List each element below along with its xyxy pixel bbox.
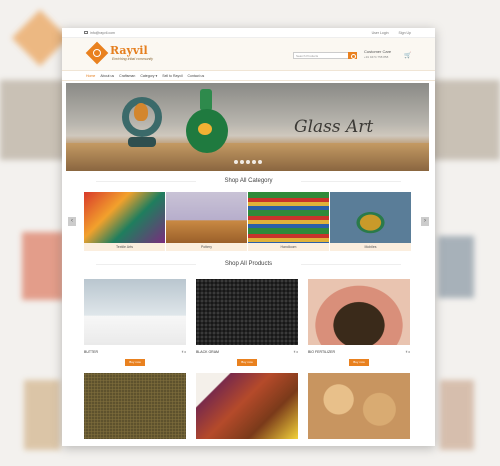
website-screenshot: info@rayvil.com User Login Sign Up Rayvi…: [62, 28, 435, 446]
customer-care-title: Customer Care: [364, 49, 392, 54]
category-image: [84, 192, 165, 243]
category-label: Pottery: [166, 243, 247, 251]
mail-icon: [84, 31, 88, 34]
carousel-dots[interactable]: [234, 160, 262, 164]
product-image: [308, 279, 410, 345]
email-contact[interactable]: info@rayvil.com: [84, 31, 115, 35]
product-image: [196, 279, 298, 345]
brand-tagline: Enriching tribal community: [112, 57, 154, 61]
brand-name[interactable]: Rayvil: [110, 44, 148, 57]
product-name: BIO FERTILIZER: [308, 350, 335, 354]
product-image: [84, 373, 186, 439]
blurred-logo: [11, 9, 69, 67]
blurred-tile: [440, 380, 474, 450]
products-heading: Shop All Products: [62, 261, 435, 267]
buy-now-button[interactable]: Buy now: [237, 359, 257, 366]
category-label: Handloom: [248, 243, 329, 251]
carousel-next-icon[interactable]: ›: [421, 217, 429, 226]
buy-now-button[interactable]: Buy now: [125, 359, 145, 366]
search-icon[interactable]: [348, 52, 357, 59]
buy-now-button[interactable]: Buy now: [349, 359, 369, 366]
product-card[interactable]: [84, 373, 186, 446]
blurred-tile: [22, 232, 64, 300]
nav-home[interactable]: Home: [86, 74, 95, 78]
category-label: Mobiles: [330, 243, 411, 251]
product-card[interactable]: [308, 373, 410, 446]
product-card[interactable]: BUTTER ₹ 0 Buy now: [84, 279, 186, 375]
product-image: [308, 373, 410, 439]
product-image: [196, 373, 298, 439]
category-card[interactable]: Handloom: [248, 192, 329, 252]
email-text: info@rayvil.com: [90, 30, 115, 35]
product-card[interactable]: BIO FERTILIZER ₹ 0 Buy now: [308, 279, 410, 375]
cart-icon[interactable]: 🛒: [404, 52, 411, 59]
category-card[interactable]: Mobiles: [330, 192, 411, 252]
blurred-tile: [438, 236, 474, 298]
product-name: BUTTER: [84, 350, 98, 354]
category-image: [166, 192, 247, 243]
carousel-prev-icon[interactable]: ‹: [68, 217, 76, 226]
user-login-link[interactable]: User Login: [370, 31, 391, 35]
hero-vase-image: [184, 89, 230, 159]
logo-icon[interactable]: [85, 41, 109, 65]
category-image: [330, 192, 411, 243]
blurred-tile: [24, 380, 60, 450]
category-label: Textile Arts: [84, 243, 165, 251]
product-price: ₹ 0: [181, 350, 186, 354]
site-header: Rayvil Enriching tribal community Search…: [62, 38, 435, 70]
hero-sculpture-image: [122, 85, 168, 155]
nav-about[interactable]: About us: [100, 74, 114, 78]
customer-care-phone: +91 9474 758 858: [364, 55, 389, 59]
carousel-dot[interactable]: [258, 160, 262, 164]
nav-sell[interactable]: Sell to Rayvil: [162, 74, 182, 78]
carousel-dot[interactable]: [252, 160, 256, 164]
search-input[interactable]: Search Products: [293, 52, 349, 59]
hero-title: Glass Art: [294, 117, 374, 137]
product-image: [84, 279, 186, 345]
sign-up-link[interactable]: Sign Up: [397, 31, 413, 35]
product-name: BLACK GRAM: [196, 350, 219, 354]
nav-craftsman[interactable]: Craftsman: [119, 74, 135, 78]
category-card[interactable]: Textile Arts: [84, 192, 165, 252]
carousel-dot[interactable]: [240, 160, 244, 164]
hero-table: [66, 143, 429, 171]
hero-banner[interactable]: Glass Art: [66, 83, 429, 171]
category-card[interactable]: Pottery: [166, 192, 247, 252]
main-nav: Home About us Craftsman Category ▾ Sell …: [62, 70, 435, 81]
product-card[interactable]: [196, 373, 298, 446]
nav-category[interactable]: Category ▾: [140, 74, 157, 78]
product-card[interactable]: BLACK GRAM ₹ 0 Buy now: [196, 279, 298, 375]
categories-heading: Shop All Category: [62, 178, 435, 184]
product-price: ₹ 0: [293, 350, 298, 354]
category-carousel: ‹ Textile Arts Pottery Handloom Mobiles …: [62, 192, 435, 254]
carousel-dot[interactable]: [246, 160, 250, 164]
top-bar: info@rayvil.com User Login Sign Up: [62, 28, 435, 38]
product-price: ₹ 0: [405, 350, 410, 354]
carousel-dot[interactable]: [234, 160, 238, 164]
category-image: [248, 192, 329, 243]
nav-contact[interactable]: Contact us: [188, 74, 205, 78]
